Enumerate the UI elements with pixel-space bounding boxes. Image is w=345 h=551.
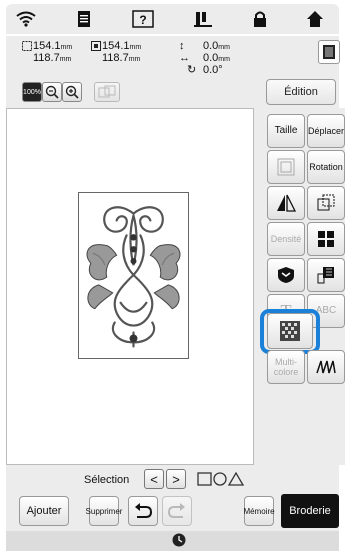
horizontal-offset-icon: ↔ — [179, 52, 190, 64]
rotation-angle: 0.0° — [203, 64, 223, 76]
duplicate-button[interactable] — [307, 186, 345, 220]
rotation-button[interactable]: Rotation — [307, 150, 345, 184]
svg-text:?: ? — [139, 13, 146, 27]
wifi-icon[interactable] — [12, 6, 40, 32]
rotation-angle-icon: ↻ — [187, 64, 197, 76]
clock-icon — [172, 533, 186, 547]
home-icon[interactable] — [301, 6, 329, 32]
total-height: 118.7mm — [33, 52, 72, 64]
document-icon[interactable] — [70, 6, 98, 32]
zoom-100-button[interactable]: 100% — [22, 82, 42, 102]
applique-button[interactable] — [267, 258, 305, 292]
pattern-height: 118.7mm — [102, 52, 141, 64]
embroidery-design-preview[interactable] — [78, 192, 189, 359]
selection-shapes[interactable] — [197, 470, 245, 487]
total-size-icon — [22, 41, 32, 54]
redo-button[interactable] — [162, 496, 192, 526]
multicolore-button[interactable]: Multi-colore — [267, 350, 305, 384]
zoom-in-button[interactable] — [62, 82, 82, 102]
selection-label: Sélection — [84, 474, 130, 486]
zoom-out-button[interactable] — [42, 82, 62, 102]
lock-icon[interactable] — [246, 6, 274, 32]
pattern-size-icon — [91, 41, 101, 54]
mirror-button[interactable] — [267, 186, 305, 220]
undo-button[interactable] — [128, 496, 158, 526]
densite-button[interactable]: Densité — [267, 222, 305, 256]
select-previous-button[interactable]: < — [144, 469, 164, 489]
taille-button[interactable]: Taille — [267, 114, 305, 148]
hand-stitch-button[interactable] — [307, 350, 345, 384]
bobbin-icon[interactable] — [189, 6, 217, 32]
border-button[interactable] — [307, 222, 345, 256]
memoire-button[interactable]: Mémoire — [243, 496, 275, 526]
selection-highlight — [260, 309, 320, 354]
ajouter-button[interactable]: Ajouter — [19, 496, 69, 526]
embroidery-edit-screen: ? 154.1mm 118.7mm 154.1mm 118.7mm ↕ 0.0m… — [0, 0, 345, 551]
frame-selector-button[interactable] — [318, 40, 340, 64]
array-button[interactable] — [307, 258, 345, 292]
group-button[interactable] — [267, 150, 305, 184]
select-next-button[interactable]: > — [166, 469, 186, 489]
supprimer-button[interactable]: Supprimer — [86, 496, 122, 526]
deplacer-button[interactable]: Déplacer — [307, 114, 345, 148]
vertical-offset-icon: ↕ — [179, 40, 185, 52]
preview-button[interactable] — [94, 82, 120, 102]
top-status-bar: ? — [6, 4, 339, 34]
broderie-button[interactable]: Broderie — [281, 494, 339, 528]
tab-edition[interactable]: Édition — [266, 79, 336, 105]
help-icon[interactable]: ? — [129, 6, 157, 32]
